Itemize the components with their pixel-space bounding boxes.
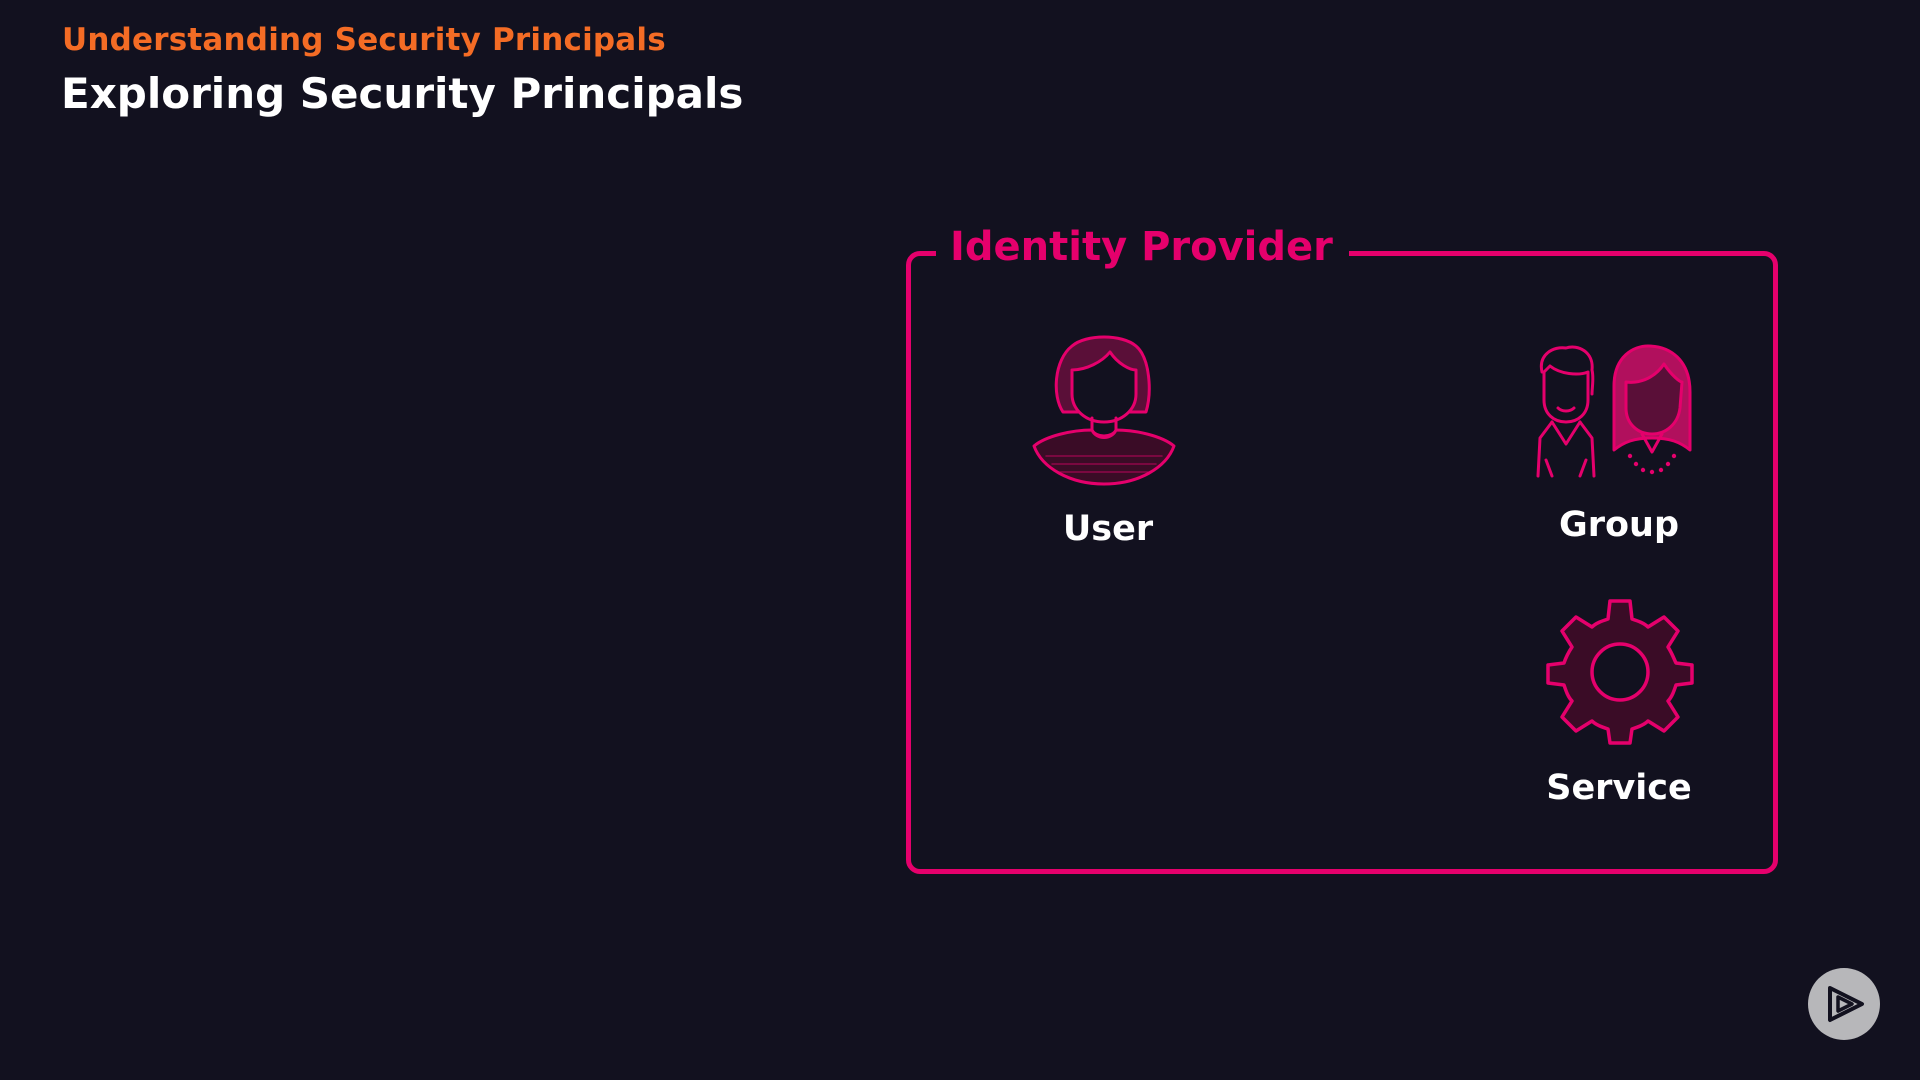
service-caption: Service [1546, 768, 1692, 808]
group-caption: Group [1559, 505, 1680, 545]
play-logo-icon [1808, 968, 1880, 1040]
identity-provider-label: Identity Provider [936, 224, 1349, 270]
user-icon [1026, 326, 1182, 492]
gear-icon [1546, 597, 1694, 745]
slide-subtitle: Understanding Security Principals [62, 22, 666, 58]
slide-title: Exploring Security Principals [61, 69, 744, 118]
group-icon [1530, 342, 1708, 480]
user-caption: User [1062, 509, 1154, 549]
